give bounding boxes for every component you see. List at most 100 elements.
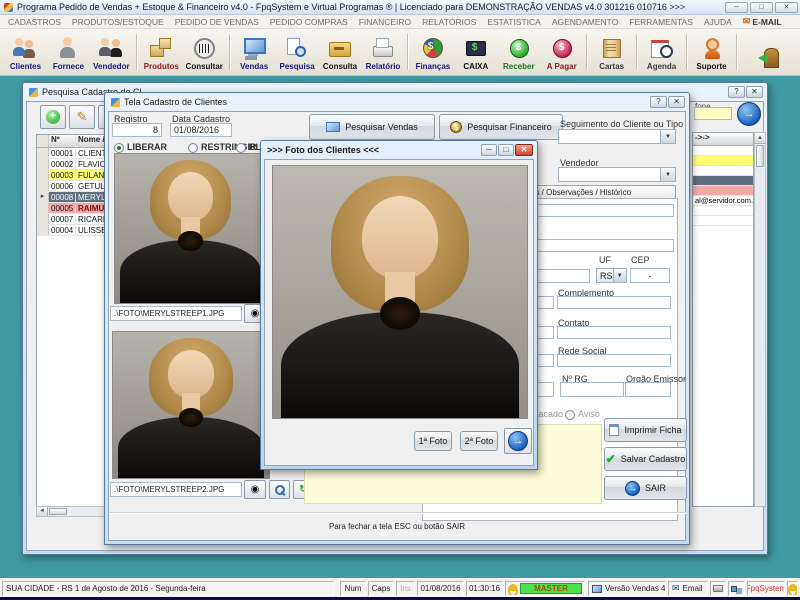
grid-vertical-scrollbar[interactable]: ▲ — [754, 132, 766, 507]
photo2-zoom-button[interactable] — [269, 480, 290, 499]
menu-pedido-vendas[interactable]: PEDIDO DE VENDAS — [175, 17, 259, 27]
tab-observacoes-historico[interactable]: es / Observações / Histórico — [522, 185, 676, 199]
close-button[interactable]: ✕ — [775, 2, 798, 13]
photo-next-button[interactable]: → — [504, 428, 532, 454]
restore-button[interactable]: □ — [750, 2, 773, 13]
orgao-emissor-field[interactable] — [625, 382, 671, 397]
toolbar-button-a-pagar[interactable]: A Pagar — [540, 31, 583, 73]
toolbar-button-caixa[interactable]: CAIXA — [454, 31, 497, 73]
grid-row[interactable] — [693, 146, 753, 156]
edit-record-button[interactable]: ✎ — [69, 105, 95, 129]
toolbar-button-vendedor[interactable]: Vendedor — [90, 31, 133, 73]
add-record-button[interactable]: + — [40, 105, 66, 129]
photo-dialog-title: >>> Foto dos Clientes <<< — [267, 145, 379, 155]
supplier-person-icon — [53, 35, 83, 61]
rg-field[interactable] — [560, 382, 624, 397]
uf-dropdown[interactable]: RS▼ — [596, 268, 627, 283]
footer-divider — [110, 512, 686, 513]
grid-row[interactable] — [693, 186, 753, 196]
status-network[interactable] — [728, 581, 745, 596]
photo-close-button[interactable]: ✕ — [515, 144, 533, 156]
toolbar-button-agenda[interactable]: Agenda — [640, 31, 683, 73]
menu-pedido-compras[interactable]: PEDIDO COMPRAS — [270, 17, 348, 27]
toolbar-button-clientes[interactable]: Clientes — [4, 31, 47, 73]
toolbar-button-financas[interactable]: Finanças — [411, 31, 454, 73]
app-icon — [4, 3, 13, 12]
menu-financeiro[interactable]: FINANCEIRO — [359, 17, 411, 27]
toolbar-button-exit[interactable] — [740, 31, 796, 73]
foto1-button[interactable]: 1ª Foto — [414, 431, 452, 451]
fone-search-input[interactable] — [694, 107, 732, 120]
grid-row[interactable] — [693, 176, 753, 186]
photo1-path-field[interactable]: .\FOTO\MERYLSTREEP1.JPG — [110, 306, 242, 321]
toolbar-button-receber[interactable]: Receber — [497, 31, 540, 73]
search-help-button[interactable]: ? — [728, 86, 745, 98]
scroll-up-arrow-icon[interactable]: ▲ — [755, 133, 765, 144]
cadastro-close-button[interactable]: ✕ — [668, 96, 685, 108]
seguimento-dropdown[interactable]: ▼ — [558, 129, 676, 144]
imprimir-ficha-button[interactable]: Imprimir Ficha — [604, 418, 687, 442]
radio-liberar[interactable] — [114, 143, 124, 153]
sair-button[interactable]: → SAIR — [604, 476, 687, 500]
toolbar-button-relatorio[interactable]: Relatório — [362, 31, 405, 73]
search-close-button[interactable]: ✕ — [746, 86, 763, 98]
check-icon: ✔ — [606, 452, 616, 466]
menu-agendamento[interactable]: AGENDAMENTO — [552, 17, 618, 27]
grid-row[interactable] — [693, 166, 753, 176]
pesquisar-financeiro-button[interactable]: $ Pesquisar Financeiro — [439, 114, 563, 140]
menu-produtos-estoque[interactable]: PRODUTOS/ESTOQUE — [72, 17, 164, 27]
grid-row[interactable] — [693, 156, 753, 166]
menu-ferramentas[interactable]: FERRAMENTAS — [629, 17, 693, 27]
photo2-path-field[interactable]: .\FOTO\MERYLSTREEP2.JPG — [110, 482, 242, 497]
menu-relatorios[interactable]: RELATÓRIOS — [422, 17, 476, 27]
data-cadastro-field[interactable]: 01/08/2016 — [170, 123, 232, 137]
cep-field[interactable]: - — [630, 268, 670, 283]
grid-header-fragment: ->-> — [693, 133, 753, 146]
toolbar-button-produtos[interactable]: Produtos — [140, 31, 183, 73]
menu-cadastros[interactable]: CADASTROS — [8, 17, 61, 27]
toolbar-separator — [229, 34, 230, 70]
toolbar-button-pesquisa[interactable]: Pesquisa — [276, 31, 319, 73]
foto2-button[interactable]: 2ª Foto — [460, 431, 498, 451]
radio-aviso[interactable] — [565, 410, 575, 420]
photo2-webcam-button[interactable]: ◉ — [244, 480, 266, 499]
complemento-field[interactable] — [557, 296, 671, 309]
column-header-num[interactable]: Nº — [49, 135, 76, 147]
status-email[interactable]: ✉ Email — [668, 581, 708, 596]
grid-row[interactable] — [693, 206, 753, 216]
camera-icon: ◉ — [251, 308, 260, 319]
menu-email[interactable]: ✉E-MAIL — [743, 16, 782, 27]
rede-social-field[interactable] — [557, 354, 671, 367]
toolbar-button-vendas[interactable]: Vendas — [233, 31, 276, 73]
toolbar-button-consulta[interactable]: Consulta — [319, 31, 362, 73]
photo-restore-button[interactable]: □ — [498, 144, 514, 156]
scroll-left-arrow-icon[interactable]: ◄ — [37, 507, 48, 516]
photo-dialog: >>> Foto dos Clientes <<< ─ □ ✕ 1ª Foto … — [260, 140, 538, 470]
toolbar-button-fornece[interactable]: Fornece — [47, 31, 90, 73]
toolbar-button-suporte[interactable]: Suporte — [690, 31, 733, 73]
toolbar-button-consultar[interactable]: Consultar — [183, 31, 226, 73]
menu-estatistica[interactable]: ESTATISTICA — [487, 17, 541, 27]
salvar-cadastro-button[interactable]: ✔ Salvar Cadastro — [604, 447, 687, 471]
sales-list-icon — [326, 122, 340, 132]
grid-row-email[interactable]: al@servidor.com.b — [693, 196, 753, 206]
scroll-thumb[interactable] — [756, 145, 764, 167]
scroll-thumb[interactable] — [49, 508, 67, 515]
radio-bloquear[interactable] — [236, 143, 246, 153]
print-sheet-icon — [609, 424, 619, 436]
cadastro-help-button[interactable]: ? — [650, 96, 667, 108]
cadastro-window-title-bar[interactable]: Tela Cadastro de Clientes — [105, 93, 689, 111]
radio-restringir[interactable] — [188, 143, 198, 153]
search-go-button[interactable]: → — [737, 102, 761, 126]
vendedor-dropdown[interactable]: ▼ — [558, 167, 676, 182]
registro-field[interactable]: 8 — [112, 123, 162, 137]
contato-field[interactable] — [557, 326, 671, 339]
menu-ajuda[interactable]: AJUDA — [704, 17, 732, 27]
status-printer[interactable] — [710, 581, 726, 596]
grid-row[interactable] — [693, 216, 753, 226]
network-icon — [731, 586, 737, 592]
toolbar-button-cartas[interactable]: Cartas — [590, 31, 633, 73]
photo-minimize-button[interactable]: ─ — [481, 144, 497, 156]
minimize-button[interactable]: ─ — [725, 2, 748, 13]
pesquisar-vendas-button[interactable]: Pesquisar Vendas — [309, 114, 435, 140]
